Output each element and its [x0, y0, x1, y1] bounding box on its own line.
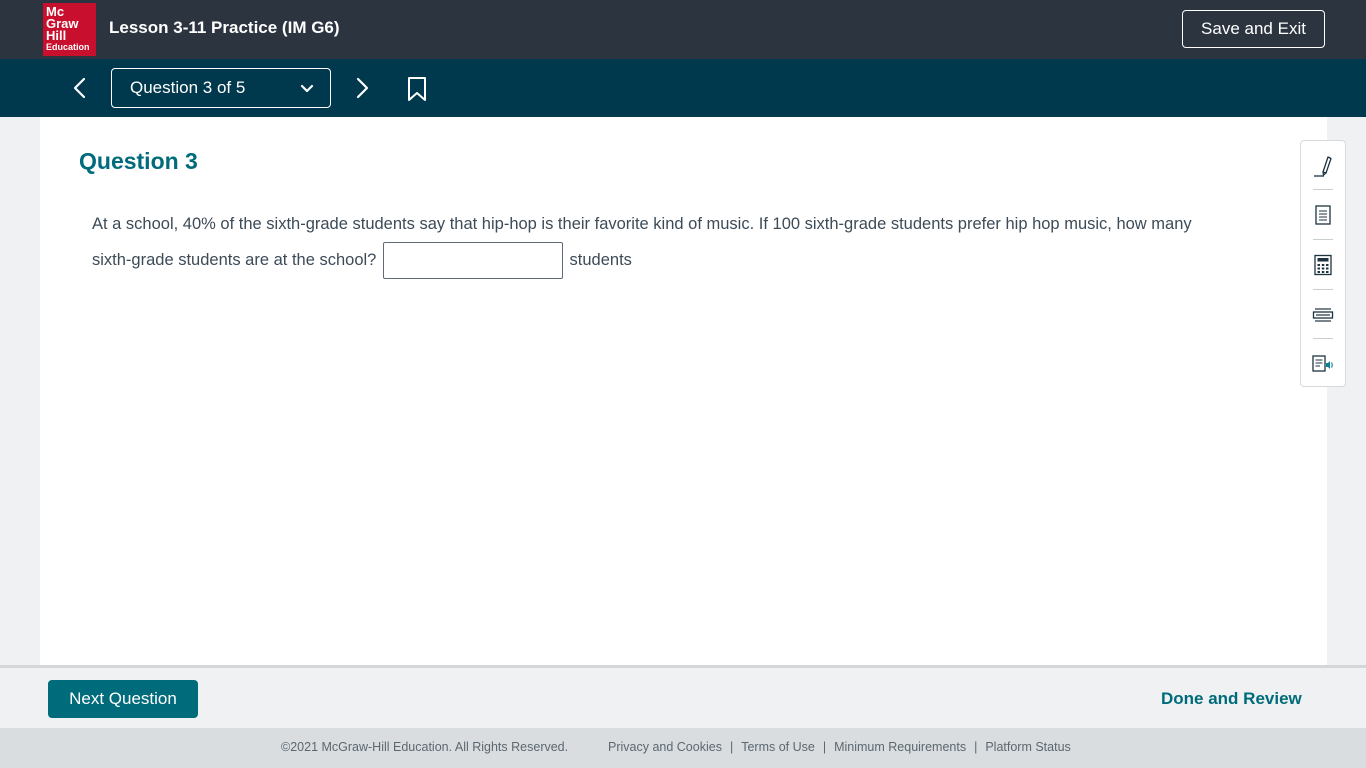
highlighter-tool-button[interactable] [1301, 141, 1345, 190]
bookmark-button[interactable] [406, 76, 428, 102]
top-bar: Mc Graw Hill Education Lesson 3-11 Pract… [0, 0, 1366, 59]
question-content-area: Question 3 At a school, 40% of the sixth… [40, 117, 1327, 665]
chevron-right-icon [356, 77, 369, 99]
bookmark-icon [408, 77, 426, 101]
previous-question-button[interactable] [66, 75, 92, 101]
logo-line: Hill [46, 28, 67, 43]
answer-input[interactable] [382, 242, 563, 280]
question-nav-bar: Question 3 of 5 [0, 59, 1366, 117]
next-question-arrow-button[interactable] [350, 75, 376, 101]
question-prompt: At a school, 40% of the sixth-grade stud… [92, 206, 1202, 280]
footer-separator: | [729, 740, 734, 754]
notepad-tool-button[interactable] [1301, 190, 1345, 239]
chevron-down-icon [300, 84, 314, 93]
save-and-exit-button[interactable]: Save and Exit [1182, 10, 1325, 48]
question-text: At a school, 40% of the sixth-grade stud… [92, 215, 1192, 269]
highlighter-pen-icon [1314, 155, 1332, 177]
footer-separator: | [822, 740, 827, 754]
calculator-tool-button[interactable] [1301, 240, 1345, 289]
question-heading: Question 3 [79, 148, 198, 174]
done-and-review-link[interactable]: Done and Review [1161, 689, 1302, 709]
question-selector-label: Question 3 of 5 [130, 78, 246, 97]
next-question-button[interactable]: Next Question [48, 680, 198, 718]
action-bar: Next Question Done and Review [0, 668, 1366, 728]
assignment-title: Lesson 3-11 Practice (IM G6) [109, 18, 340, 37]
mcgraw-hill-logo: Mc Graw Hill Education [43, 3, 96, 56]
notepad-icon [1315, 204, 1331, 225]
chevron-left-icon [73, 77, 86, 99]
line-reader-tool-button[interactable] [1301, 290, 1345, 339]
logo-line: Education [46, 42, 90, 52]
platform-status-link[interactable]: Platform Status [985, 740, 1070, 754]
question-selector-dropdown[interactable]: Question 3 of 5 [111, 68, 331, 108]
calculator-icon [1314, 254, 1332, 275]
text-to-speech-tool-button[interactable] [1301, 339, 1345, 388]
tools-panel [1300, 140, 1346, 387]
answer-unit: students [569, 251, 632, 269]
footer-separator: | [974, 740, 978, 754]
copyright-text: ©2021 McGraw-Hill Education. All Rights … [281, 740, 569, 754]
line-reader-icon [1312, 307, 1334, 322]
terms-of-use-link[interactable]: Terms of Use [741, 740, 815, 754]
footer-links: Privacy and Cookies | Terms of Use | Min… [608, 740, 1071, 754]
minimum-requirements-link[interactable]: Minimum Requirements [834, 740, 966, 754]
text-to-speech-icon [1312, 354, 1333, 372]
footer: ©2021 McGraw-Hill Education. All Rights … [0, 728, 1366, 768]
privacy-and-cookies-link[interactable]: Privacy and Cookies [608, 740, 722, 754]
